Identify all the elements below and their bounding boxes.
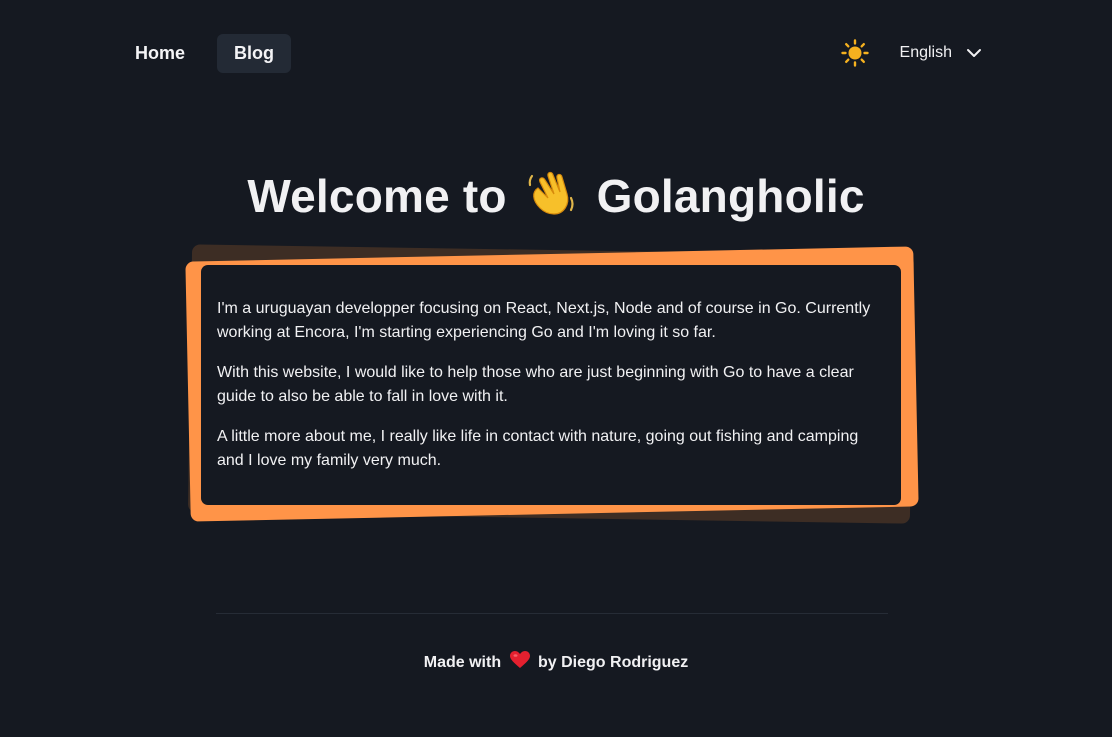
page: Home Blog English Welcome to Golangholic… xyxy=(0,0,1112,737)
intro-card-body: I'm a uruguayan developper focusing on R… xyxy=(201,265,901,505)
footer-prefix: Made with xyxy=(423,654,502,671)
language-select-value: English xyxy=(899,44,952,61)
intro-paragraph: I'm a uruguayan developper focusing on R… xyxy=(217,300,871,341)
footer-divider xyxy=(216,613,888,614)
heart-icon xyxy=(509,651,530,674)
language-select[interactable]: English xyxy=(900,44,982,62)
theme-toggle-button[interactable] xyxy=(840,38,870,68)
intro-paragraph: A little more about me, I really like li… xyxy=(217,428,859,469)
top-nav: Home Blog English xyxy=(118,33,982,73)
waving-hand-icon xyxy=(526,168,578,229)
page-title-suffix: Golangholic xyxy=(596,169,865,222)
intro-card: I'm a uruguayan developper focusing on R… xyxy=(185,244,919,524)
page-title-prefix: Welcome to xyxy=(247,169,507,222)
footer-suffix: by Diego Rodriguez xyxy=(538,654,689,671)
sun-icon xyxy=(840,39,869,67)
nav-link-blog[interactable]: Blog xyxy=(217,33,292,73)
footer: Made with by Diego Rodriguez xyxy=(0,651,1112,674)
nav-link-home[interactable]: Home xyxy=(118,34,202,73)
page-title: Welcome to Golangholic xyxy=(0,167,1112,229)
intro-paragraph: With this website, I would like to help … xyxy=(217,364,854,405)
chevron-down-icon xyxy=(966,48,982,58)
